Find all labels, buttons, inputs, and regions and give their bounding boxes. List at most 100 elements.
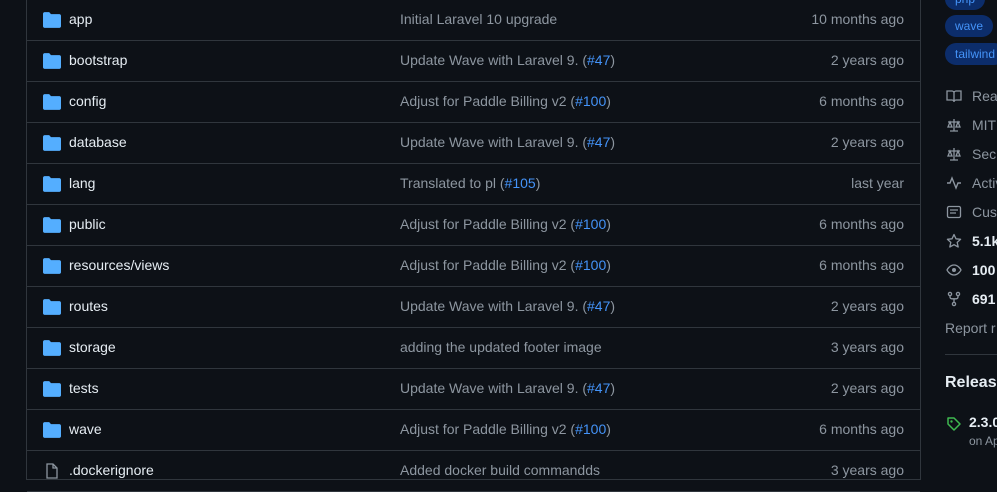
repo-sidebar: Report r Releas 2.3.0 on Ap php wave tailw… <box>945 0 997 472</box>
commit-message-suffix: ) <box>535 175 541 191</box>
commit-age: 6 months ago <box>819 216 904 232</box>
commit-message[interactable]: Adjust for Paddle Billing v2 (#100) <box>400 257 611 273</box>
pull-request-link[interactable]: #100 <box>575 93 606 109</box>
file-row[interactable]: routes Update Wave with Laravel 9. (#47) 2… <box>27 287 920 328</box>
commit-message-suffix: ) <box>606 93 611 109</box>
file-row[interactable]: database Update Wave with Laravel 9. (#47… <box>27 123 920 164</box>
commit-message[interactable]: Update Wave with Laravel 9. (#47) <box>400 298 615 314</box>
pull-request-link[interactable]: #47 <box>587 380 610 396</box>
commit-message[interactable]: Initial Laravel 10 upgrade <box>400 11 557 27</box>
commit-message-text[interactable]: adding the updated footer image <box>400 339 602 355</box>
pull-request-link[interactable]: #100 <box>575 216 606 232</box>
folder-icon <box>43 53 61 69</box>
commit-message-text[interactable]: Adjust for Paddle Billing v2 ( <box>400 93 575 109</box>
file-row[interactable]: wave Adjust for Paddle Billing v2 (#100) 6… <box>27 410 920 451</box>
sidebar-divider <box>945 354 997 355</box>
file-row[interactable]: public Adjust for Paddle Billing v2 (#100… <box>27 205 920 246</box>
commit-message[interactable]: Adjust for Paddle Billing v2 (#100) <box>400 421 611 437</box>
commit-message-suffix: ) <box>610 134 616 150</box>
commit-message-text[interactable]: Adjust for Paddle Billing v2 ( <box>400 421 575 437</box>
commit-message-text[interactable]: Update Wave with Laravel 9. ( <box>400 134 587 150</box>
commit-message-suffix: ) <box>606 216 611 232</box>
file-name-link[interactable]: app <box>69 11 92 27</box>
pull-request-link[interactable]: #100 <box>575 257 606 273</box>
release-date: on Ap <box>969 434 997 448</box>
commit-message[interactable]: Update Wave with Laravel 9. (#47) <box>400 380 615 396</box>
file-row[interactable]: bootstrap Update Wave with Laravel 9. (#4… <box>27 41 920 82</box>
topic-tag-wave[interactable]: wave <box>945 15 994 37</box>
folder-icon <box>43 381 61 397</box>
about-item-label: Activ <box>972 175 997 191</box>
commit-message-text[interactable]: Update Wave with Laravel 9. ( <box>400 380 587 396</box>
release-version[interactable]: 2.3.0 <box>969 414 997 430</box>
commit-message[interactable]: Translated to pl (#105) <box>400 175 540 191</box>
file-name-link[interactable]: .dockerignore <box>69 462 154 478</box>
file-name-link[interactable]: config <box>69 93 106 109</box>
about-item-label: 100 <box>972 262 996 278</box>
file-icon <box>43 463 61 479</box>
commit-message-text[interactable]: Update Wave with Laravel 9. ( <box>400 52 587 68</box>
commit-age: 3 years ago <box>830 339 904 355</box>
file-row[interactable]: config Adjust for Paddle Billing v2 (#100… <box>27 82 920 123</box>
commit-message-text[interactable]: Added docker build commandds <box>400 462 600 478</box>
commit-message-text[interactable]: Update Wave with Laravel 9. ( <box>400 298 587 314</box>
file-name-link[interactable]: bootstrap <box>69 52 127 68</box>
commit-message-suffix: ) <box>606 421 611 437</box>
file-name-link[interactable]: public <box>69 216 106 232</box>
folder-icon <box>43 258 61 274</box>
folder-icon <box>43 217 61 233</box>
file-table: app Initial Laravel 10 upgrade 10 months a… <box>26 0 921 492</box>
commit-age: 2 years ago <box>830 134 904 150</box>
commit-message[interactable]: Adjust for Paddle Billing v2 (#100) <box>400 93 611 109</box>
about-item-label: 5.1k <box>972 233 997 249</box>
file-name-link[interactable]: database <box>69 134 127 150</box>
commit-age: 6 months ago <box>819 93 904 109</box>
commit-message[interactable]: Adjust for Paddle Billing v2 (#100) <box>400 216 611 232</box>
commit-age: last year <box>851 175 904 191</box>
file-row[interactable]: storage adding the updated footer image 3 … <box>27 328 920 369</box>
commit-age: 6 months ago <box>819 257 904 273</box>
folder-icon <box>43 135 61 151</box>
file-name-link[interactable]: wave <box>69 421 102 437</box>
about-item-label: Rea <box>972 88 997 104</box>
file-row[interactable]: resources/views Adjust for Paddle Billing… <box>27 246 920 287</box>
file-name-link[interactable]: routes <box>69 298 108 314</box>
commit-age: 2 years ago <box>830 298 904 314</box>
file-name-link[interactable]: lang <box>69 175 95 191</box>
file-row[interactable]: tests Update Wave with Laravel 9. (#47) 2 … <box>27 369 920 410</box>
file-name-link[interactable]: tests <box>69 380 99 396</box>
file-name-link[interactable]: resources/views <box>69 257 169 273</box>
folder-icon <box>43 340 61 356</box>
pull-request-link[interactable]: #100 <box>575 421 606 437</box>
folder-icon <box>43 422 61 438</box>
commit-message[interactable]: adding the updated footer image <box>400 339 602 355</box>
file-row[interactable]: lang Translated to pl (#105) last year <box>27 164 920 205</box>
commit-message[interactable]: Update Wave with Laravel 9. (#47) <box>400 134 615 150</box>
pull-request-link[interactable]: #47 <box>587 298 610 314</box>
commit-age: 3 years ago <box>830 462 904 478</box>
commit-message-text[interactable]: Translated to pl ( <box>400 175 505 191</box>
commit-age: 6 months ago <box>819 421 904 437</box>
pull-request-link[interactable]: #105 <box>505 175 536 191</box>
report-repository-link[interactable]: Report r <box>945 320 996 336</box>
pull-request-link[interactable]: #47 <box>587 52 610 68</box>
topic-tag-php[interactable]: php <box>945 0 986 10</box>
topic-tag-tailwind[interactable]: tailwind <box>945 43 997 65</box>
commit-message[interactable]: Update Wave with Laravel 9. (#47) <box>400 52 615 68</box>
commit-message-suffix: ) <box>610 380 616 396</box>
commit-age: 2 years ago <box>830 52 904 68</box>
file-row[interactable]: app Initial Laravel 10 upgrade 10 months a… <box>27 0 920 41</box>
commit-message-suffix: ) <box>610 298 616 314</box>
commit-message[interactable]: Added docker build commandds <box>400 462 600 478</box>
commit-message-text[interactable]: Adjust for Paddle Billing v2 ( <box>400 257 575 273</box>
tag-icon <box>947 417 961 431</box>
about-item-label: MIT <box>972 117 997 133</box>
pull-request-link[interactable]: #47 <box>587 134 610 150</box>
commit-message-text[interactable]: Adjust for Paddle Billing v2 ( <box>400 216 575 232</box>
file-name-link[interactable]: storage <box>69 339 116 355</box>
commit-age: 2 years ago <box>830 380 904 396</box>
commit-message-text[interactable]: Initial Laravel 10 upgrade <box>400 11 557 27</box>
about-item-label: Cus <box>972 204 997 220</box>
commit-age: 10 months ago <box>811 11 904 27</box>
releases-heading[interactable]: Releas <box>945 374 997 392</box>
